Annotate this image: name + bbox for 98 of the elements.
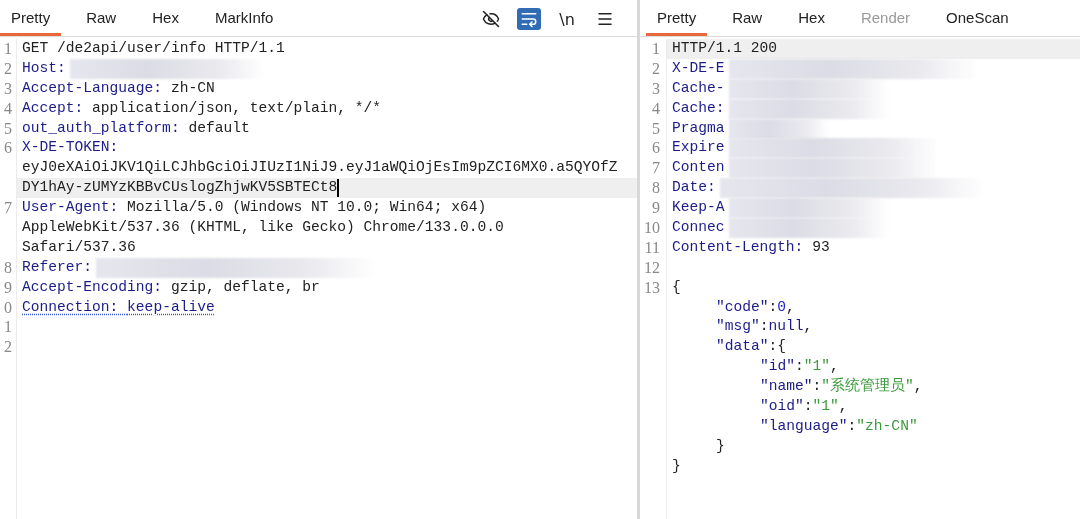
line-number: 10 bbox=[643, 218, 661, 238]
header-value: gzip, deflate, br bbox=[170, 277, 320, 297]
text-cursor bbox=[337, 179, 340, 198]
header-name: out_auth_platform: bbox=[22, 118, 180, 138]
line-number: 9 bbox=[651, 198, 661, 218]
json-token: "oid" bbox=[760, 398, 804, 415]
line-number: 6 bbox=[651, 138, 661, 159]
json-token: , bbox=[838, 398, 848, 415]
header-name: X-DE-E bbox=[672, 58, 725, 78]
line-number: 1 bbox=[651, 39, 661, 59]
tab[interactable]: Hex bbox=[787, 9, 836, 36]
json-token: , bbox=[803, 318, 813, 335]
json-token: null bbox=[768, 318, 804, 335]
json-token: , bbox=[786, 298, 795, 315]
header-name: Cache- bbox=[672, 78, 725, 98]
header-name: Accept-Encoding: bbox=[22, 277, 163, 297]
wrap-icon bbox=[520, 10, 538, 28]
header-name: Date: bbox=[672, 178, 716, 198]
header-value: eyJ0eXAiOiJKV1QiLCJhbGciOiJIUzI1NiJ9.eyJ1aWQiOjEsIm9pZCI6MX0.a5QYOfZ bbox=[22, 158, 618, 178]
json-token: { bbox=[672, 277, 681, 297]
header-value: 93 bbox=[812, 237, 830, 257]
header-name: Conten bbox=[672, 158, 725, 178]
request-line: GET /de2api/user/info HTTP/1.1 bbox=[22, 39, 285, 58]
json-token: 0 bbox=[777, 298, 787, 315]
line-number: 5 bbox=[651, 118, 661, 139]
json-token: : bbox=[795, 358, 804, 375]
header-name: Accept-Language: bbox=[22, 78, 163, 98]
json-token: "1" bbox=[803, 358, 831, 375]
json-token: "data" bbox=[716, 338, 769, 355]
header-name: Pragma bbox=[672, 118, 725, 138]
json-token: "zh-CN" bbox=[856, 417, 918, 434]
json-token: "language" bbox=[760, 417, 848, 434]
json-token: "msg" bbox=[716, 318, 760, 335]
tab[interactable]: OneScan bbox=[935, 9, 1020, 36]
header-value: zh-CN bbox=[170, 78, 215, 98]
json-token: , bbox=[913, 378, 923, 395]
status-line: HTTP/1.1 200 bbox=[672, 39, 778, 58]
line-number: 4 bbox=[651, 98, 661, 119]
line-number: 2 bbox=[3, 58, 13, 79]
line-number: 3 bbox=[3, 78, 13, 99]
json-token: : bbox=[803, 398, 813, 415]
json-token: "1" bbox=[812, 398, 839, 415]
line-number: 1 bbox=[3, 39, 13, 59]
tab[interactable]: Pretty bbox=[0, 9, 62, 36]
header-name: Referer: bbox=[22, 257, 93, 277]
line-number: 8 bbox=[651, 178, 661, 199]
header-name: Expire bbox=[672, 138, 725, 158]
header-value: application/json, text/plain, */* bbox=[92, 98, 382, 118]
json-token: "系统管理员" bbox=[821, 378, 914, 395]
header-value: Mozilla/5.0 (Windows NT 10.0; Win64; x64) bbox=[127, 198, 487, 218]
header-value: keep-alive bbox=[127, 297, 215, 317]
header-name: User-Agent: bbox=[22, 198, 119, 218]
line-number: 2 bbox=[651, 58, 661, 79]
eye-slash-icon bbox=[482, 10, 500, 28]
header-name: Connec bbox=[672, 218, 725, 237]
header-name: Content-Length: bbox=[672, 237, 804, 257]
header-value: Safari/537.36 bbox=[22, 237, 136, 257]
json-token: "name" bbox=[760, 378, 813, 395]
line-number: 13 bbox=[643, 277, 661, 298]
tab[interactable]: Raw bbox=[721, 9, 774, 36]
header-name: Host: bbox=[22, 58, 66, 78]
json-token: } bbox=[672, 456, 681, 476]
header-name: X-DE-TOKEN: bbox=[22, 138, 119, 158]
line-number: 3 bbox=[651, 78, 661, 99]
json-token: } bbox=[716, 437, 725, 454]
tab[interactable]: Raw bbox=[75, 9, 128, 36]
header-value: AppleWebKit/537.36 (KHTML, like Gecko) Chrome/133.0.0.0 bbox=[22, 218, 504, 237]
json-token: : bbox=[812, 378, 822, 395]
line-number: 4 bbox=[3, 98, 13, 119]
json-token: "id" bbox=[760, 358, 796, 375]
json-token: : bbox=[759, 318, 769, 335]
json-token: , bbox=[830, 358, 839, 375]
line-number: 7 bbox=[651, 158, 661, 179]
line-number: 7 bbox=[3, 198, 13, 218]
line-number: 8 bbox=[3, 257, 13, 278]
newline-toggle[interactable]: \n bbox=[555, 8, 579, 30]
line-number: 11 bbox=[643, 237, 661, 258]
header-name: Accept: bbox=[22, 98, 84, 118]
tab[interactable]: Pretty bbox=[646, 9, 708, 36]
header-name: Connection: bbox=[22, 297, 119, 317]
json-token: :{ bbox=[768, 338, 787, 355]
menu-icon bbox=[596, 10, 614, 28]
header-value: default bbox=[188, 118, 250, 138]
tab[interactable]: Hex bbox=[141, 9, 190, 36]
tab[interactable]: MarkInfo bbox=[203, 9, 285, 36]
json-token: : bbox=[768, 298, 778, 315]
header-value: DY1hAy-zUMYzKBBvCUslogZhjwKV5SBTECt8 bbox=[22, 178, 338, 198]
line-number: 2 bbox=[3, 337, 13, 358]
header-name: Keep-A bbox=[672, 198, 725, 218]
line-number: 12 bbox=[643, 257, 661, 278]
line-number: 0 bbox=[3, 297, 13, 318]
json-token: "code" bbox=[716, 298, 769, 315]
line-number: 9 bbox=[3, 277, 13, 298]
line-number: 6 bbox=[3, 138, 13, 159]
line-number: 1 bbox=[3, 317, 13, 338]
line-number: 5 bbox=[3, 118, 13, 139]
header-name: Cache: bbox=[672, 98, 725, 118]
json-token: : bbox=[847, 417, 857, 434]
